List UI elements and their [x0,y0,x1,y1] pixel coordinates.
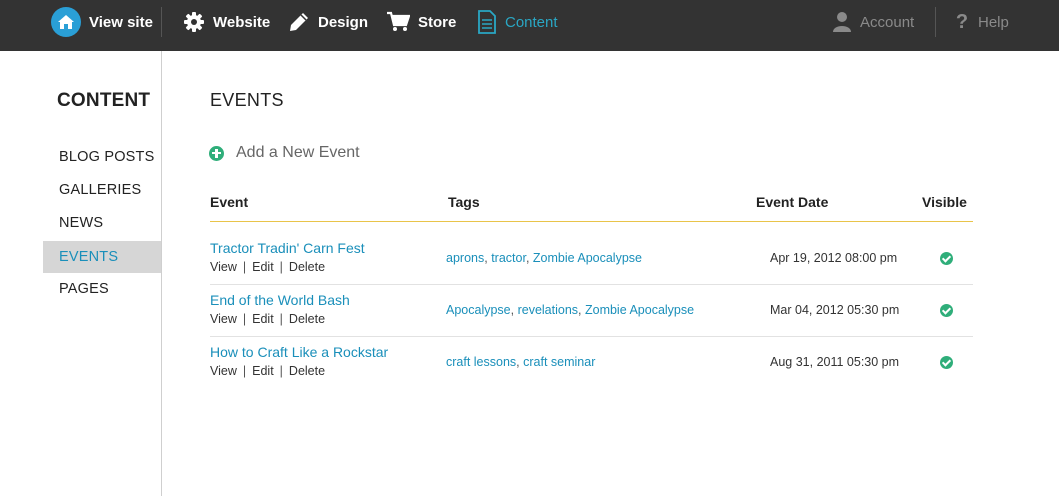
sidebar-item-label: NEWS [59,215,104,231]
sidebar-item-label: BLOG POSTS [59,149,155,165]
event-actions: View | Edit | Delete [210,312,325,326]
sidebar-title: CONTENT [57,90,151,111]
nav-divider [161,7,162,37]
tag-link[interactable]: aprons [446,251,484,265]
question-icon: ? [955,10,969,33]
column-header-event: Event [210,194,249,210]
view-link[interactable]: View [210,312,237,326]
view-site-button[interactable]: View site [51,0,153,44]
sidebar-item-galleries[interactable]: GALLERIES [43,174,161,206]
tag-link[interactable]: Zombie Apocalypse [585,303,694,317]
event-date: Mar 04, 2012 05:30 pm [770,303,900,317]
event-title-link[interactable]: How to Craft Like a Rockstar [210,344,388,360]
table-header-divider [210,221,973,222]
pencil-icon [288,11,310,33]
gear-icon [183,11,205,33]
nav-website-label: Website [213,13,271,31]
view-link[interactable]: View [210,364,237,378]
nav-content[interactable]: Content [477,0,558,44]
visible-check-icon[interactable] [940,304,953,317]
edit-link[interactable]: Edit [252,364,274,378]
delete-link[interactable]: Delete [289,260,325,274]
tag-link[interactable]: tractor [491,251,526,265]
action-separator: | [279,312,283,326]
action-separator: | [242,364,247,378]
sidebar-item-events[interactable]: EVENTS [43,241,161,273]
event-title-link[interactable]: Tractor Tradin' Carn Fest [210,240,365,256]
top-navigation-bar: View site Website Design Store Content A… [0,0,1059,51]
event-tags: Apocalypse, revelations, Zombie Apocalyp… [446,303,695,317]
add-event-button[interactable]: Add a New Event [209,144,360,162]
home-icon [51,7,81,37]
column-header-visible: Visible [922,194,967,210]
nav-design-label: Design [318,13,369,31]
visible-check-icon[interactable] [940,252,953,265]
row-divider [210,284,973,285]
nav-content-label: Content [505,13,558,31]
event-tags: aprons, tractor, Zombie Apocalypse [446,251,642,265]
tag-link[interactable]: Zombie Apocalypse [533,251,642,265]
sidebar-item-label: GALLERIES [59,182,142,198]
edit-link[interactable]: Edit [252,260,274,274]
event-actions: View | Edit | Delete [210,364,325,378]
action-separator: | [279,364,283,378]
event-tags: craft lessons, craft seminar [446,355,596,369]
add-event-label: Add a New Event [236,144,360,161]
nav-account[interactable]: Account [832,0,914,44]
event-date: Aug 31, 2011 05:30 pm [770,355,900,369]
plus-circle-icon [209,145,224,161]
user-icon [832,11,852,33]
tag-link[interactable]: Apocalypse [446,303,511,317]
event-actions: View | Edit | Delete [210,260,325,274]
sidebar-item-blog-posts[interactable]: BLOG POSTS [43,141,161,173]
action-separator: | [242,260,247,274]
column-header-tags: Tags [448,194,480,210]
nav-help-label: Help [978,13,1009,31]
view-site-label: View site [89,13,153,31]
nav-account-label: Account [860,13,915,31]
action-separator: | [242,312,247,326]
tag-link[interactable]: craft seminar [523,355,595,369]
nav-help[interactable]: ? Help [954,0,1009,44]
action-separator: | [279,260,283,274]
visible-check-icon[interactable] [940,356,953,369]
column-header-event-date: Event Date [756,194,829,210]
delete-link[interactable]: Delete [289,364,325,378]
nav-store-label: Store [418,13,457,31]
view-link[interactable]: View [210,260,237,274]
cart-icon [386,11,410,33]
sidebar-item-label: EVENTS [59,249,119,265]
nav-divider [935,7,936,37]
document-icon [477,10,497,34]
page-title: EVENTS [210,90,284,110]
event-title-link[interactable]: End of the World Bash [210,292,350,308]
nav-website[interactable]: Website [183,0,270,44]
tag-link[interactable]: craft lessons [446,355,516,369]
row-divider [210,336,973,337]
event-date: Apr 19, 2012 08:00 pm [770,251,898,265]
delete-link[interactable]: Delete [289,312,325,326]
nav-store[interactable]: Store [386,0,456,44]
nav-design[interactable]: Design [288,0,368,44]
sidebar-item-news[interactable]: NEWS [43,207,161,239]
sidebar: CONTENT BLOG POSTS GALLERIES NEWS EVENTS… [0,51,162,496]
tag-link[interactable]: revelations [518,303,578,317]
sidebar-item-label: PAGES [59,281,109,297]
sidebar-item-pages[interactable]: PAGES [43,273,161,305]
edit-link[interactable]: Edit [252,312,274,326]
